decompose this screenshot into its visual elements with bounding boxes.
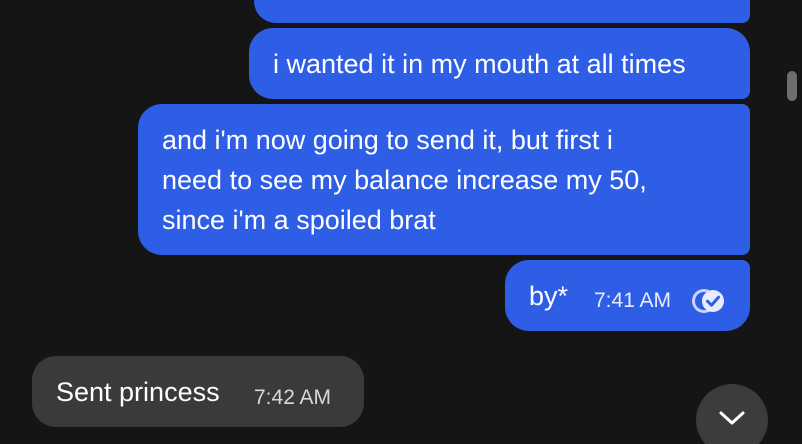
scroll-to-bottom-button[interactable] [696,384,768,444]
outgoing-message-bubble: and i'm now going to send it, but first … [138,104,750,255]
message-text: i wanted it in my mouth at all times [273,49,686,79]
scrollbar-thumb[interactable] [787,71,797,101]
message-timestamp: 7:42 AM [254,386,332,409]
message-timestamp: 7:41 AM [594,289,672,312]
message-text: and i'm now going to send it, but first … [162,125,613,155]
message-text: since i'm a spoiled brat [162,205,436,235]
incoming-message-bubble: Sent princess 7:42 AM [32,356,364,427]
outgoing-message-bubble: by* 7:41 AM [505,260,750,331]
chat-messages-area[interactable]: i wanted it in my mouth at all times and… [0,0,802,444]
read-double-check-icon [692,289,724,313]
chevron-down-icon [719,411,745,425]
message-text: need to see my balance increase my 50, [162,165,647,195]
outgoing-message-bubble: i wanted it in my mouth at all times [249,28,750,99]
outgoing-message-bubble-partial [254,0,750,23]
